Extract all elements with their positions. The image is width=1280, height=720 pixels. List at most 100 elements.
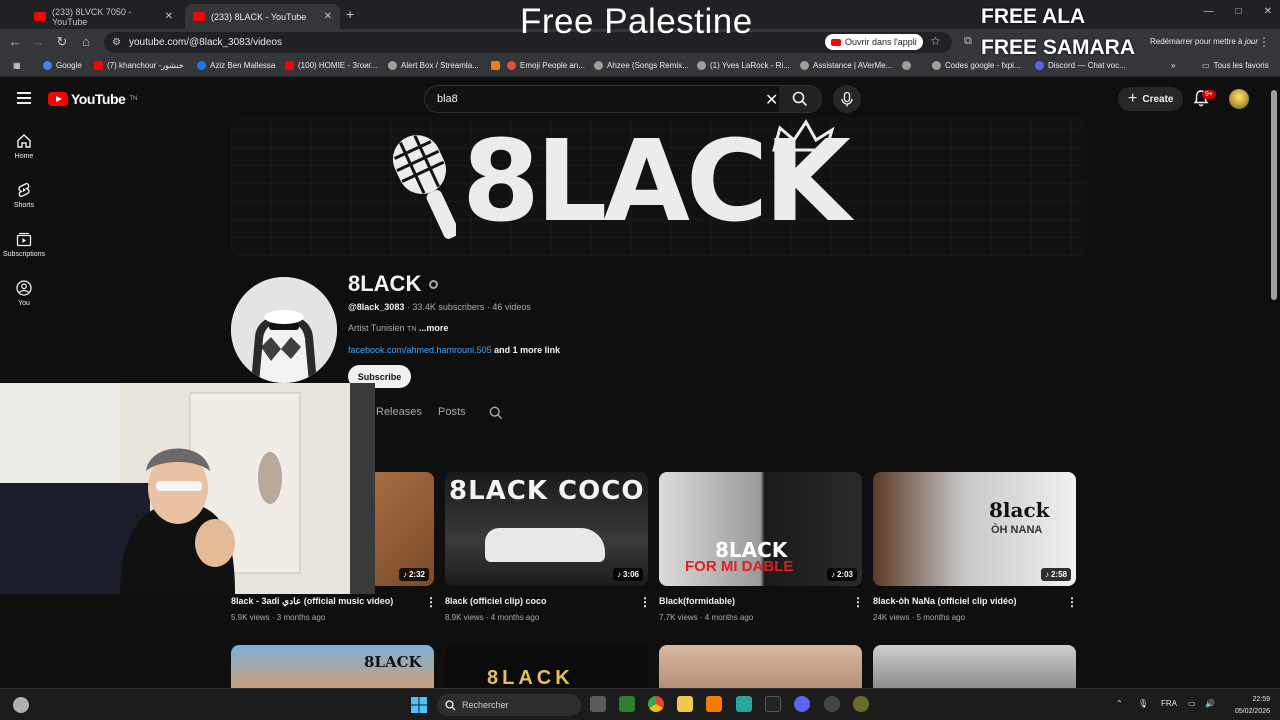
video-thumbnail[interactable]: 8LACK — [445, 645, 648, 688]
bookmark-item[interactable]: Ahzee (Songs Remix... — [594, 61, 689, 70]
bookmark-item[interactable]: (7) khanchour -خنشور — [94, 61, 184, 70]
task-view-icon[interactable] — [590, 696, 606, 712]
close-tab-icon[interactable]: ✕ — [165, 11, 173, 22]
file-explorer-icon[interactable] — [677, 696, 693, 712]
all-bookmarks[interactable]: ▭ Tous les favoris — [1202, 61, 1269, 70]
video-views: 7.7K views — [659, 613, 698, 622]
bookmark-star-icon[interactable]: ☆ — [930, 34, 941, 48]
guide-item-subscriptions[interactable]: Subscriptions — [0, 231, 48, 258]
facebook-link[interactable]: facebook.com/ahmed.hamrouni.505 — [348, 345, 492, 355]
taskbar-search[interactable]: Rechercher — [437, 694, 581, 716]
video-title[interactable]: 8lack - 3adi عادي (official music video) — [231, 596, 393, 607]
video-views: 8.9K views — [445, 613, 484, 622]
create-button[interactable]: + Create — [1118, 87, 1184, 111]
video-menu-icon[interactable]: ⋮ — [852, 595, 864, 609]
tray-overflow-icon[interactable]: ⌃ — [1116, 699, 1123, 708]
bookmark-item[interactable]: Assistance | AVerMe... — [800, 61, 892, 70]
bookmark-item[interactable] — [491, 61, 500, 70]
bookmark-item[interactable]: Google — [43, 61, 82, 70]
duration-text: 2:32 — [408, 570, 425, 579]
app-icon[interactable] — [619, 696, 635, 712]
tab-releases[interactable]: Releases — [376, 406, 422, 418]
channel-avatar[interactable] — [231, 277, 337, 383]
network-icon[interactable]: ▭ — [1188, 699, 1196, 708]
site-info-icon[interactable]: ⚙ — [112, 37, 121, 48]
page-scrollbar[interactable] — [1271, 90, 1277, 300]
bookmark-item[interactable]: (1) Yves LaRock - Ri... — [697, 61, 790, 70]
more-link[interactable]: ...more — [419, 323, 449, 333]
apps-grid-icon[interactable]: ▦ — [13, 61, 21, 70]
app-icon[interactable] — [824, 696, 840, 712]
video-thumbnail[interactable]: 8LACK — [231, 645, 434, 688]
language-indicator[interactable]: FRA — [1161, 699, 1177, 708]
thumbnail-text: 8LACK COCO — [449, 476, 645, 506]
windows-start-icon[interactable] — [411, 697, 427, 713]
back-icon[interactable]: ← — [6, 34, 24, 49]
guide-item-you[interactable]: You — [0, 280, 48, 307]
video-thumbnail[interactable] — [873, 645, 1076, 688]
search-box[interactable]: bla8 ✕ — [424, 85, 822, 113]
reload-icon[interactable]: ↻ — [53, 34, 71, 50]
extensions-icon[interactable]: ⧉ — [964, 35, 972, 48]
app-icon[interactable] — [853, 696, 869, 712]
bookmark-item[interactable]: Emoji People an... — [507, 61, 585, 70]
video-menu-icon[interactable]: ⋮ — [425, 595, 437, 609]
bookmark-item[interactable]: Aziz Ben Mallessa — [197, 61, 275, 70]
search-button[interactable] — [779, 86, 821, 112]
open-in-app-button[interactable]: Ouvrir dans l'appli — [825, 34, 923, 50]
widgets-icon[interactable] — [13, 697, 29, 713]
video-thumbnail[interactable]: 8lack ÒH NANA ♪ 2:58 — [873, 472, 1076, 586]
video-menu-icon[interactable]: ⋮ — [639, 595, 651, 609]
bookmark-item[interactable]: (100) HOMIE - Згоиг... — [285, 61, 377, 70]
video-views: 24K views — [873, 613, 910, 622]
channel-search-icon[interactable] — [489, 406, 503, 420]
video-thumbnail[interactable]: 8LACK COCO ♪ 3:06 — [445, 472, 648, 586]
browser-tab-active[interactable]: (233) 8LACK - YouTube ✕ — [185, 4, 340, 29]
app-icon[interactable] — [706, 696, 722, 712]
microphone-tray-icon[interactable]: 🎙 — [1138, 699, 1148, 708]
bookmark-label: Codes google - fxpi... — [945, 61, 1021, 70]
bookmark-item[interactable]: Discord — Chat voc... — [1035, 61, 1126, 70]
menu-icon[interactable] — [17, 92, 31, 104]
bookmark-label: (7) khanchour -خنشور — [107, 61, 184, 70]
maximize-icon[interactable]: □ — [1236, 6, 1242, 17]
volume-icon[interactable]: 🔊 — [1205, 699, 1215, 708]
system-clock[interactable]: 22:59 05/02/2026 — [1226, 694, 1270, 718]
channel-description[interactable]: Artist Tunisien TN ...more — [348, 323, 448, 333]
minimize-icon[interactable]: — — [1204, 6, 1214, 17]
music-note-icon: ♪ — [616, 570, 621, 579]
forward-icon[interactable]: → — [29, 34, 47, 49]
new-tab-button[interactable]: + — [346, 6, 354, 22]
video-title[interactable]: Black(formidable) — [659, 596, 735, 606]
discord-icon[interactable] — [794, 696, 810, 712]
clear-search-icon[interactable]: ✕ — [765, 90, 778, 110]
guide-item-home[interactable]: Home — [0, 133, 48, 160]
home-icon[interactable]: ⌂ — [77, 34, 95, 49]
chrome-icon[interactable] — [648, 696, 664, 712]
close-tab-icon[interactable]: ✕ — [324, 11, 332, 22]
tab-posts[interactable]: Posts — [438, 406, 466, 418]
video-thumbnail[interactable] — [659, 645, 862, 688]
more-links[interactable]: and 1 more link — [494, 345, 560, 355]
bookmark-item[interactable]: Codes google - fxpi... — [932, 61, 1021, 70]
duration-badge: ♪ 3:06 — [612, 568, 643, 581]
close-window-icon[interactable]: ✕ — [1264, 6, 1272, 17]
browser-menu-icon[interactable]: ⋮ — [1258, 35, 1270, 49]
bookmark-item[interactable]: Alert Box / Streamla... — [388, 61, 479, 70]
more-bookmarks-icon[interactable]: » — [1171, 61, 1175, 70]
browser-tab[interactable]: (233) 8LVCK 7050 - YouTube ✕ — [26, 4, 181, 29]
app-icon[interactable] — [736, 696, 752, 712]
app-icon[interactable] — [765, 696, 781, 712]
bookmark-item[interactable] — [902, 61, 911, 70]
account-avatar[interactable] — [1229, 89, 1249, 109]
search-input[interactable]: bla8 — [437, 93, 458, 105]
video-title[interactable]: 8lack (officiel clip) coco — [445, 596, 547, 606]
video-title[interactable]: 8lack-òh NaNa (officiel clip vidéo) — [873, 596, 1017, 606]
video-thumbnail[interactable]: 8LACK FOR MI DABLE ♪ 2:03 — [659, 472, 862, 586]
bookmark-label: Aziz Ben Mallessa — [210, 61, 276, 70]
youtube-logo[interactable]: YouTube TN — [48, 91, 137, 107]
guide-item-shorts[interactable]: Shorts — [0, 182, 48, 209]
voice-search-button[interactable] — [833, 85, 861, 113]
restart-to-update-button[interactable]: Redémarrer pour mettre à jour — [1150, 37, 1258, 46]
video-menu-icon[interactable]: ⋮ — [1066, 595, 1078, 609]
